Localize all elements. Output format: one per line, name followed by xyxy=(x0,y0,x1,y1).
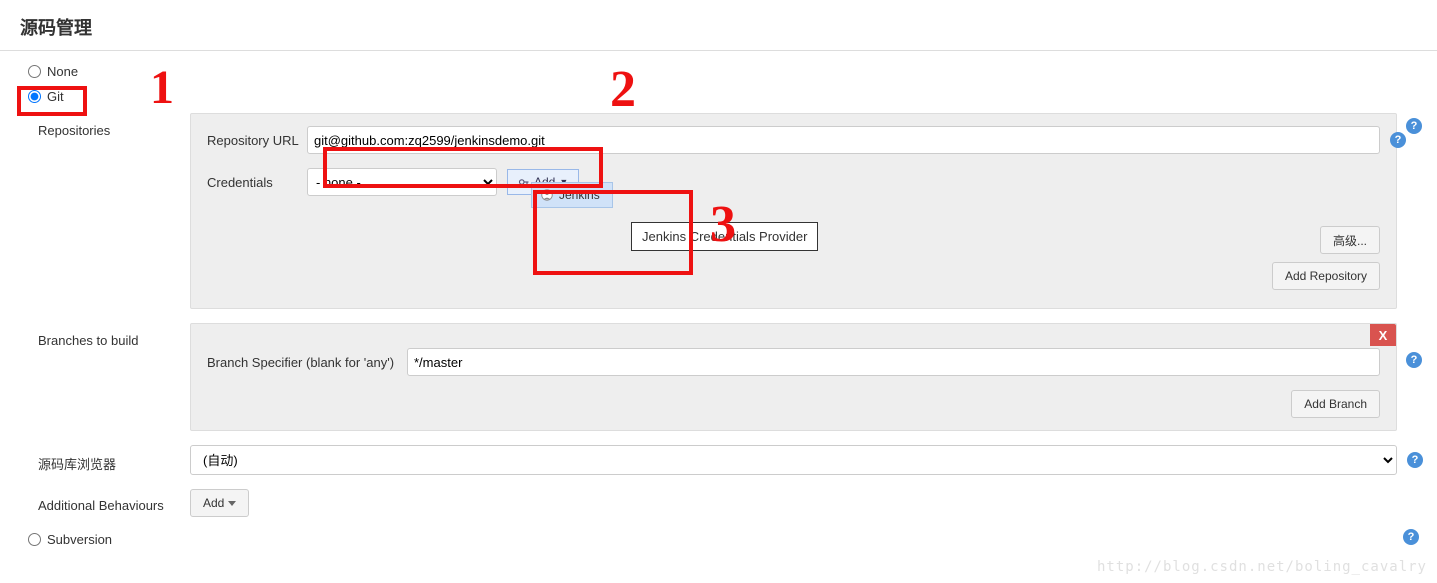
branches-label: Branches to build xyxy=(0,323,190,348)
scm-option-subversion[interactable]: Subversion ? xyxy=(0,527,1437,552)
jenkins-icon xyxy=(540,188,554,202)
help-icon[interactable]: ? xyxy=(1406,352,1422,368)
repo-url-row: Repository URL ? xyxy=(207,126,1380,154)
behaviours-label: Additional Behaviours xyxy=(0,494,190,513)
credentials-select[interactable]: - none - xyxy=(307,168,497,196)
radio-none-label: None xyxy=(47,64,78,79)
radio-git-label: Git xyxy=(47,89,64,104)
repo-url-input[interactable] xyxy=(307,126,1380,154)
scm-content: None Git Repositories ? Repository URL ?… xyxy=(0,51,1437,552)
section-header-scm: 源码管理 xyxy=(0,0,1437,51)
add-repository-button[interactable]: Add Repository xyxy=(1272,262,1380,290)
scm-option-git[interactable]: Git xyxy=(0,84,1437,109)
radio-git[interactable] xyxy=(28,90,41,103)
behaviours-row: Additional Behaviours Add xyxy=(0,485,1437,521)
branches-panel: X ? Branch Specifier (blank for 'any') A… xyxy=(190,323,1397,431)
repositories-panel: ? Repository URL ? Credentials - none - … xyxy=(190,113,1397,309)
branch-specifier-row: Branch Specifier (blank for 'any') xyxy=(207,348,1380,376)
radio-subversion-label: Subversion xyxy=(47,532,112,547)
dropdown-item-label: Jenkins xyxy=(559,188,600,202)
browser-row: 源码库浏览器 (自动) ? xyxy=(0,441,1437,479)
help-icon[interactable]: ? xyxy=(1407,452,1423,468)
credentials-row: Credentials - none - Add ▼ xyxy=(207,168,1380,196)
repositories-label: Repositories xyxy=(0,113,190,138)
delete-branch-button[interactable]: X xyxy=(1370,324,1396,346)
add-branch-button[interactable]: Add Branch xyxy=(1291,390,1380,418)
browser-label: 源码库浏览器 xyxy=(0,448,190,473)
credentials-provider-tooltip: Jenkins Credentials Provider xyxy=(631,222,818,251)
credentials-label: Credentials xyxy=(207,175,307,190)
add-behaviour-button[interactable]: Add xyxy=(190,489,249,517)
repo-panel-actions-2: Add Repository xyxy=(207,262,1380,290)
branch-specifier-input[interactable] xyxy=(407,348,1380,376)
chevron-down-icon xyxy=(228,501,236,506)
watermark: http://blog.csdn.net/boling_cavalry xyxy=(1097,559,1427,575)
radio-none[interactable] xyxy=(28,65,41,78)
advanced-button[interactable]: 高级... xyxy=(1320,226,1380,254)
help-icon[interactable]: ? xyxy=(1403,529,1419,545)
repo-url-label: Repository URL xyxy=(207,133,307,148)
help-icon[interactable]: ? xyxy=(1406,118,1422,134)
key-icon xyxy=(518,176,530,188)
branch-panel-actions: Add Branch xyxy=(207,390,1380,418)
repo-browser-select[interactable]: (自动) xyxy=(190,445,1397,475)
radio-subversion[interactable] xyxy=(28,533,41,546)
branches-row: Branches to build X ? Branch Specifier (… xyxy=(0,319,1437,435)
help-icon[interactable]: ? xyxy=(1390,132,1406,148)
scm-option-none[interactable]: None xyxy=(0,59,1437,84)
credentials-dropdown-item-jenkins[interactable]: Jenkins xyxy=(531,182,613,208)
repositories-row: Repositories ? Repository URL ? Credenti… xyxy=(0,109,1437,313)
section-title: 源码管理 xyxy=(20,18,92,38)
branch-specifier-label: Branch Specifier (blank for 'any') xyxy=(207,355,407,370)
